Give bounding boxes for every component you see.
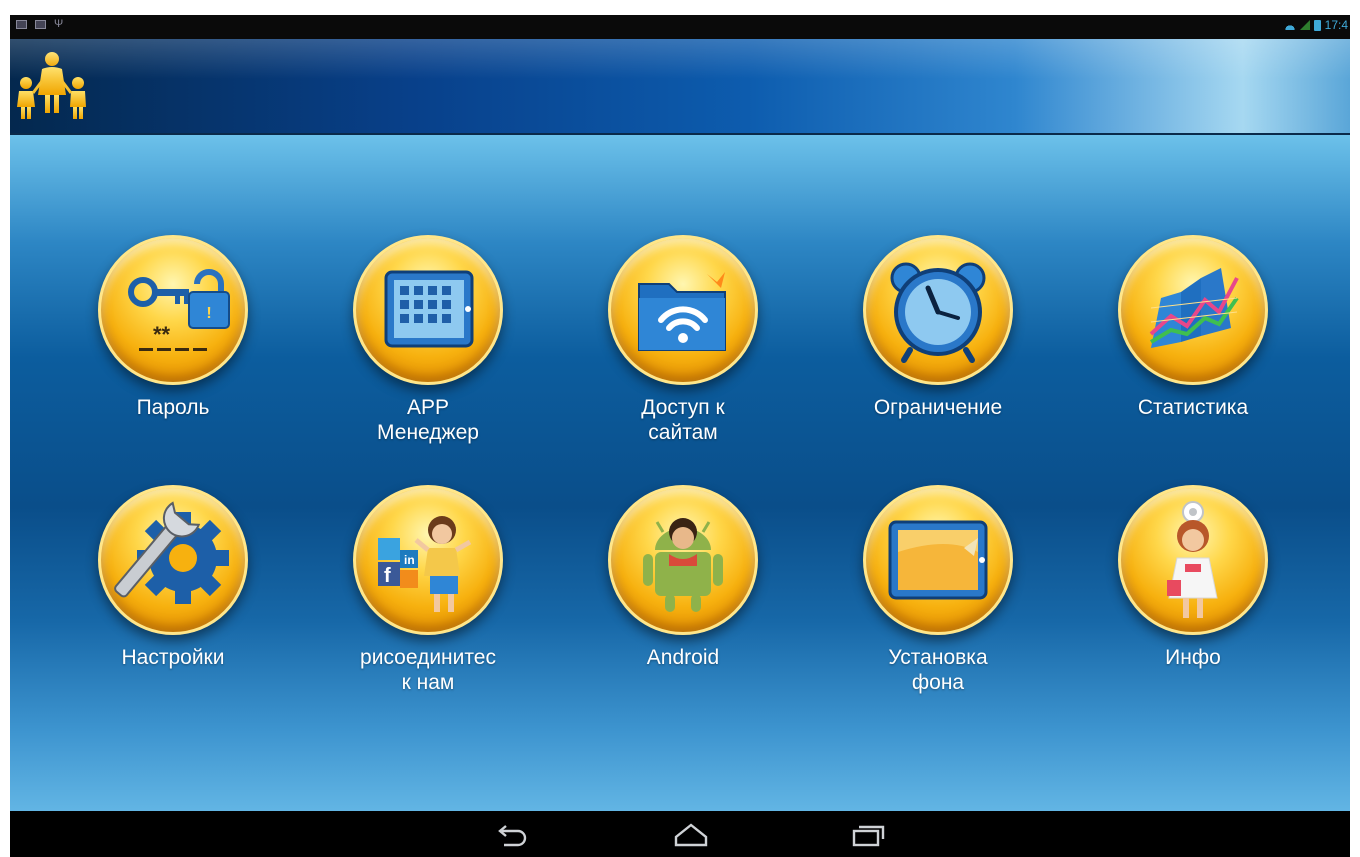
menu-item-restriction[interactable]: Ограничение (818, 235, 1058, 475)
recent-apps-icon (852, 825, 885, 847)
menu-label-site-access: Доступ к сайтам (641, 396, 725, 444)
menu-label-wallpaper: Установка фона (888, 646, 988, 694)
svg-text:in: in (404, 553, 415, 567)
status-time: 17:4 (1324, 18, 1348, 32)
mail-icon (35, 19, 46, 29)
android-boy-icon (608, 485, 758, 635)
alarm-clock-icon (863, 235, 1013, 385)
social-girl-icon: in f (353, 485, 503, 635)
usb-icon: Ψ (54, 18, 64, 30)
battery-icon (1313, 19, 1321, 31)
menu-label-app-manager: APP Менеджер (377, 396, 479, 444)
menu-label-join-us: рисоединитес к нам (360, 646, 496, 694)
menu-label-restriction: Ограничение (873, 396, 1003, 419)
menu-item-statistics[interactable]: Статистика (1073, 235, 1313, 475)
menu-item-join-us[interactable]: in f рисоединитес к нам (308, 485, 548, 725)
svg-text:**: ** (153, 322, 171, 347)
menu-item-info[interactable]: Инфо (1073, 485, 1313, 725)
menu-item-app-manager[interactable]: APP Менеджер (308, 235, 548, 475)
app-header (10, 39, 1350, 135)
info-doctor-girl-icon (1118, 485, 1268, 635)
notification-icons: Ψ (16, 18, 64, 30)
menu-item-password[interactable]: ! ** Пароль (53, 235, 293, 475)
menu-label-statistics: Статистика (1137, 396, 1249, 419)
statistics-chart-icon (1118, 235, 1268, 385)
svg-text:!: ! (206, 305, 211, 322)
system-nav-bar (10, 811, 1350, 857)
menu-label-info: Инфо (1165, 646, 1221, 669)
back-icon (498, 825, 527, 847)
home-icon (674, 823, 708, 847)
menu-label-password: Пароль (136, 396, 210, 419)
back-button[interactable] (492, 821, 532, 849)
menu-item-wallpaper[interactable]: Установка фона (818, 485, 1058, 725)
signal-icon (1299, 20, 1310, 30)
svg-text:f: f (384, 565, 391, 587)
wifi-icon (1283, 20, 1296, 30)
recent-apps-button[interactable] (848, 821, 888, 849)
menu-item-site-access[interactable]: Доступ к сайтам (563, 235, 803, 475)
system-icons: 17:4 (1283, 18, 1348, 32)
menu-label-android: Android (646, 646, 720, 669)
password-key-lock-icon: ! ** (98, 235, 248, 385)
menu-label-settings: Настройки (121, 646, 225, 669)
settings-wrench-gear-icon (98, 485, 248, 635)
picture-icon (16, 19, 27, 29)
home-button[interactable] (671, 821, 711, 849)
wallpaper-tablet-icon (863, 485, 1013, 635)
menu-item-settings[interactable]: Настройки (53, 485, 293, 725)
family-icon (17, 52, 86, 119)
app-manager-tablet-icon (353, 235, 503, 385)
menu-item-android[interactable]: Android (563, 485, 803, 725)
wifi-folder-icon (608, 235, 758, 385)
device-screen: Ψ 17:4 ! ** Пароль APP Менеджер Доступ к… (10, 15, 1350, 857)
main-menu: ! ** Пароль APP Менеджер Доступ к сайтам… (10, 135, 1350, 811)
status-bar: Ψ 17:4 (10, 15, 1350, 39)
